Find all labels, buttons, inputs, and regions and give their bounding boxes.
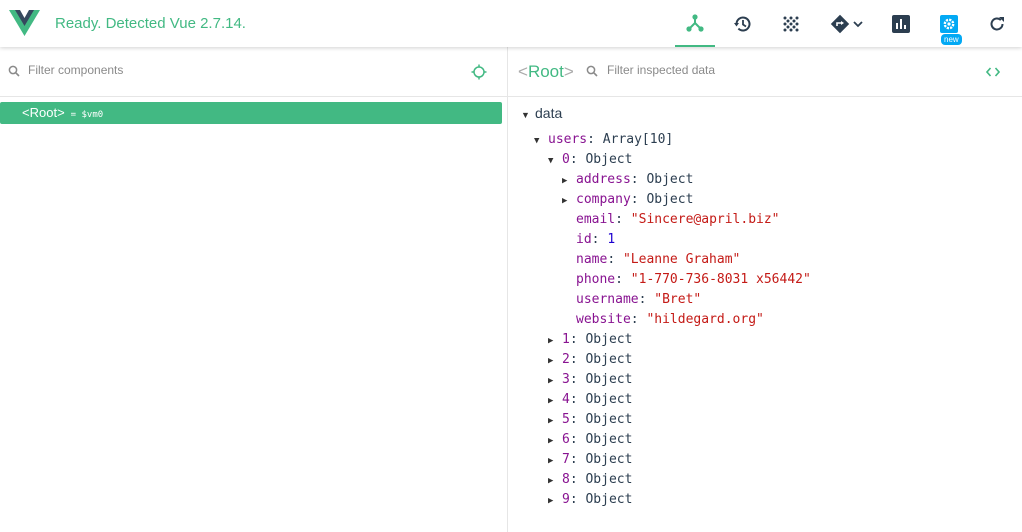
expand-arrow-icon: ▶ xyxy=(548,416,554,426)
select-component-icon[interactable] xyxy=(471,64,487,80)
new-badge: new xyxy=(941,34,962,45)
data-section-header[interactable]: ▼ data xyxy=(521,105,562,121)
tag-bracket-open: < xyxy=(22,105,30,120)
components-pane: <Root> = $vm0 xyxy=(0,47,508,532)
tree-row-item-8[interactable]: ▶ 8: Object xyxy=(548,470,632,490)
expand-arrow-icon: ▶ xyxy=(562,196,568,206)
component-tree-root[interactable]: <Root> = $vm0 xyxy=(0,102,502,124)
vuex-dots-icon xyxy=(783,16,799,31)
routing-icon xyxy=(830,14,850,33)
data-filter-input[interactable] xyxy=(607,63,867,77)
tree-row-users[interactable]: ▼ users: Array[10] xyxy=(534,130,673,150)
settings-tab[interactable]: new xyxy=(929,0,969,47)
inspector-pane: <Root> ▼data ▼users: Array[10] ▼0: Objec… xyxy=(508,47,1022,532)
tree-row-item-7[interactable]: ▶ 7: Object xyxy=(548,450,632,470)
expand-arrow-icon: ▼ xyxy=(534,136,540,146)
tree-row-item-9[interactable]: ▶ 9: Object xyxy=(548,490,632,510)
expand-arrow-icon: ▶ xyxy=(548,396,554,406)
tree-row-email[interactable]: email: "Sincere@april.biz" xyxy=(576,210,780,230)
inspector-search-bar: <Root> xyxy=(508,47,1022,97)
tree-row-item-0[interactable]: ▼ 0: Object xyxy=(548,150,632,170)
component-search-bar xyxy=(0,47,507,97)
expand-arrow-icon: ▶ xyxy=(548,436,554,446)
refresh-icon xyxy=(990,16,1004,30)
expand-arrow-icon: ▶ xyxy=(548,336,554,346)
expand-arrow-icon: ▶ xyxy=(548,496,554,506)
refresh-button[interactable] xyxy=(977,0,1017,47)
chevron-down-icon xyxy=(853,20,863,27)
expand-arrow-icon: ▼ xyxy=(521,110,530,120)
tree-row-id[interactable]: id: 1 xyxy=(576,230,615,250)
tree-row-website[interactable]: website: "hildegard.org" xyxy=(576,310,764,330)
tree-row-name[interactable]: name: "Leanne Graham" xyxy=(576,250,740,270)
components-tab[interactable] xyxy=(675,0,715,47)
app-header: Ready. Detected Vue 2.7.14. new xyxy=(0,0,1022,47)
tree-row-item-2[interactable]: ▶ 2: Object xyxy=(548,350,632,370)
vm-label: = $vm0 xyxy=(70,110,104,120)
search-icon xyxy=(586,65,598,77)
vuex-tab[interactable] xyxy=(771,0,811,47)
settings-icon xyxy=(940,14,958,33)
tree-row-item-3[interactable]: ▶ 3: Object xyxy=(548,370,632,390)
expand-arrow-icon: ▶ xyxy=(548,456,554,466)
tree-row-item-5[interactable]: ▶ 5: Object xyxy=(548,410,632,430)
status-text: Ready. Detected Vue 2.7.14. xyxy=(55,15,246,32)
expand-arrow-icon: ▼ xyxy=(548,156,554,166)
tree-row-item-4[interactable]: ▶ 4: Object xyxy=(548,390,632,410)
tree-row-item-6[interactable]: ▶ 6: Object xyxy=(548,430,632,450)
component-name: Root xyxy=(29,105,58,120)
tag-bracket-close: > xyxy=(57,105,65,120)
vue-logo xyxy=(9,10,40,36)
tree-row-company[interactable]: ▶ company: Object xyxy=(562,190,693,210)
expand-arrow-icon: ▶ xyxy=(562,176,568,186)
expand-arrow-icon: ▶ xyxy=(548,356,554,366)
history-tab[interactable] xyxy=(723,0,763,47)
tree-row-address[interactable]: ▶ address: Object xyxy=(562,170,693,190)
component-filter-input[interactable] xyxy=(28,63,328,77)
inspected-component-title: <Root> xyxy=(518,62,574,81)
search-icon xyxy=(8,65,20,77)
tree-row-phone[interactable]: phone: "1-770-736-8031 x56442" xyxy=(576,270,811,290)
expand-arrow-icon: ▶ xyxy=(548,476,554,486)
tree-row-username[interactable]: username: "Bret" xyxy=(576,290,701,310)
expand-arrow-icon: ▶ xyxy=(548,376,554,386)
chart-icon xyxy=(892,14,910,33)
components-icon xyxy=(686,13,704,32)
history-icon xyxy=(734,16,751,31)
performance-tab[interactable] xyxy=(881,0,921,47)
routing-tab[interactable] xyxy=(823,0,871,47)
tree-row-item-1[interactable]: ▶ 1: Object xyxy=(548,330,632,350)
code-icon[interactable] xyxy=(986,66,1000,78)
